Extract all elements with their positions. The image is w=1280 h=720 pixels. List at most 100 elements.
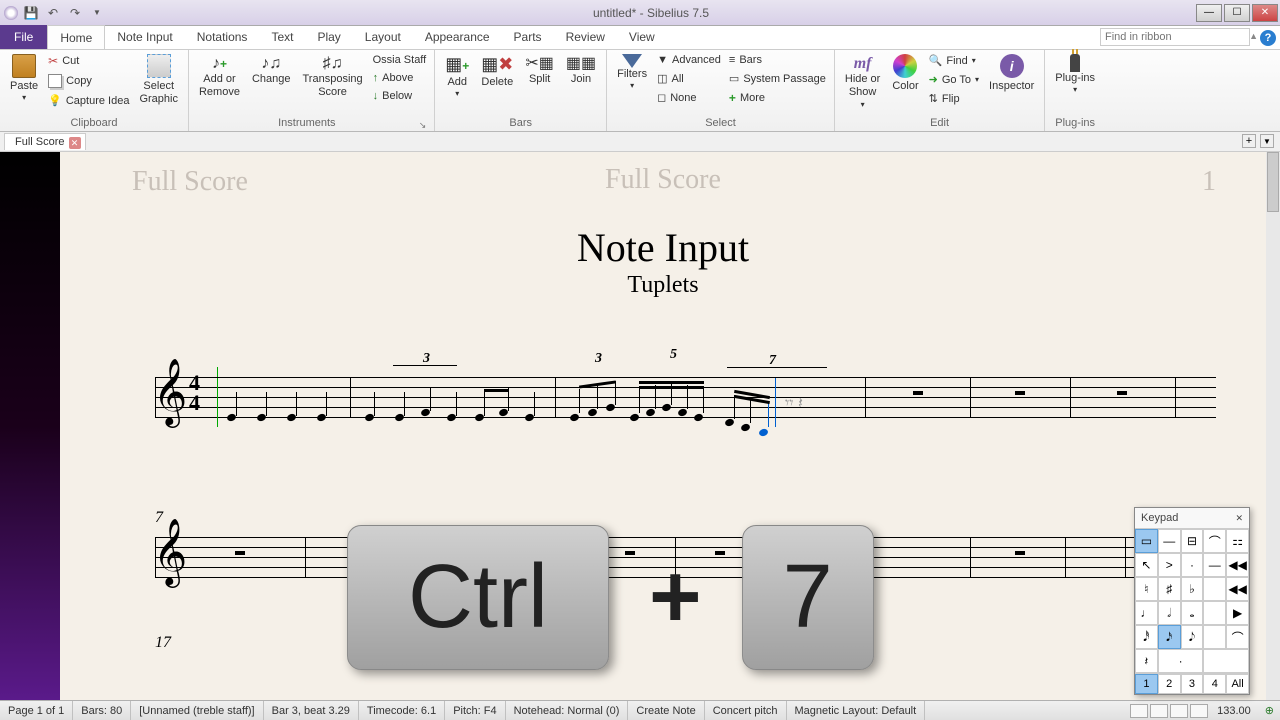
tab-appearance[interactable]: Appearance [413, 25, 502, 49]
kp-empty4[interactable] [1203, 649, 1249, 673]
close-tab-icon[interactable]: ✕ [69, 137, 81, 149]
instruments-launcher-icon[interactable]: ↘ [419, 120, 427, 131]
kp-16th[interactable]: 𝅘𝅥𝅯 [1158, 625, 1181, 649]
select-bars-button[interactable]: ≡Bars [727, 52, 828, 68]
kp-layout-all[interactable]: All [1226, 674, 1249, 694]
doc-tab-full-score[interactable]: Full Score ✕ [4, 133, 86, 150]
qat-redo-icon[interactable]: ↷ [66, 4, 84, 22]
kp-layout-1[interactable]: 1 [1135, 674, 1158, 694]
kp-natural[interactable]: ♮ [1135, 577, 1158, 601]
scroll-thumb[interactable] [1267, 152, 1279, 212]
hide-show-button[interactable]: mfHide or Show▾ [841, 52, 884, 111]
keypad-tab-5[interactable]: ⚏ [1226, 529, 1249, 553]
score-page[interactable]: Full Score Full Score 1 Note Input Tuple… [60, 152, 1280, 700]
keypad-panel[interactable]: Keypad ✕ ▭ — ⊟ ⌒ ⚏ ↖ > · — ◀◀ ♮ ♯ ♭ ◀◀ ♩… [1134, 507, 1250, 695]
qat-undo-icon[interactable]: ↶ [44, 4, 62, 22]
select-graphic-button[interactable]: Select Graphic [135, 52, 182, 108]
tab-notations[interactable]: Notations [185, 25, 260, 49]
kp-empty2[interactable] [1203, 601, 1226, 625]
kp-ff[interactable]: ◀◀ [1226, 577, 1249, 601]
keypad-tab-3[interactable]: ⊟ [1181, 529, 1204, 553]
advanced-filter-button[interactable]: ▼Advanced [655, 52, 723, 68]
copy-button[interactable]: Copy [46, 72, 131, 90]
tab-note-input[interactable]: Note Input [105, 25, 184, 49]
filters-button[interactable]: Filters▾ [613, 52, 651, 93]
status-zoom[interactable]: 133.00 [1209, 705, 1259, 717]
status-magnetic[interactable]: Magnetic Layout: Default [787, 701, 926, 720]
tab-text[interactable]: Text [259, 25, 305, 49]
split-bar-button[interactable]: ✂▦Split [521, 52, 558, 88]
view-full-icon[interactable] [1190, 704, 1208, 718]
minimize-button[interactable]: — [1196, 4, 1222, 22]
kp-empty3[interactable] [1203, 625, 1226, 649]
capture-idea-button[interactable]: 💡Capture Idea [46, 92, 131, 109]
paste-button[interactable]: Paste▾ [6, 52, 42, 105]
tab-review[interactable]: Review [554, 25, 617, 49]
qat-dropdown-icon[interactable]: ▼ [88, 4, 106, 22]
cut-button[interactable]: ✂Cut [46, 52, 131, 70]
maximize-button[interactable]: ☐ [1224, 4, 1250, 22]
kp-tie[interactable]: ⌒ [1226, 625, 1249, 649]
kp-tenuto[interactable]: — [1203, 553, 1226, 577]
qat-save-icon[interactable]: 💾 [22, 4, 40, 22]
keypad-tab-4[interactable]: ⌒ [1203, 529, 1226, 553]
keypad-tab-1[interactable]: ▭ [1135, 529, 1158, 553]
above-button[interactable]: ↑Above [371, 70, 429, 86]
tab-home[interactable]: Home [47, 25, 105, 49]
add-remove-button[interactable]: ♪+Add or Remove [195, 52, 244, 102]
collapse-ribbon-icon[interactable]: ▲ [1249, 31, 1258, 41]
add-bar-button[interactable]: ▦+Add▾ [441, 52, 473, 100]
system-passage-button[interactable]: ▭System Passage [727, 70, 828, 87]
delete-bar-button[interactable]: ▦✖Delete [477, 52, 517, 91]
view-pano-icon[interactable] [1170, 704, 1188, 718]
staff-system-1[interactable]: 𝄞 44 3 [155, 377, 1216, 417]
view-spread-icon[interactable] [1150, 704, 1168, 718]
ossia-staff-button[interactable]: Ossia Staff [371, 52, 429, 68]
kp-play[interactable]: ▶ [1226, 601, 1249, 625]
zoom-in-icon[interactable]: ⊕ [1259, 704, 1280, 717]
goto-button[interactable]: ➜Go To▾ [927, 71, 981, 88]
tab-layout[interactable]: Layout [353, 25, 413, 49]
select-none-button[interactable]: ◻None [655, 89, 723, 106]
kp-quarter[interactable]: ♩ [1135, 601, 1158, 625]
kp-rewind[interactable]: ◀◀ [1226, 553, 1249, 577]
view-single-icon[interactable] [1130, 704, 1148, 718]
more-select-button[interactable]: +More [727, 89, 828, 107]
tab-menu-button[interactable]: ▼ [1260, 134, 1274, 148]
tab-parts[interactable]: Parts [502, 25, 554, 49]
vertical-scrollbar[interactable] [1266, 152, 1280, 700]
kp-flat[interactable]: ♭ [1181, 577, 1204, 601]
kp-sharp[interactable]: ♯ [1158, 577, 1181, 601]
kp-half[interactable]: 𝅗𝅥 [1158, 601, 1181, 625]
kp-32nd[interactable]: 𝅘𝅥𝅰 [1135, 625, 1158, 649]
kp-8th[interactable]: 𝅘𝅥𝅮 [1181, 625, 1204, 649]
ribbon-search-input[interactable] [1100, 28, 1250, 46]
change-button[interactable]: ♪♫Change [248, 52, 295, 88]
kp-accent[interactable]: > [1158, 553, 1181, 577]
kp-layout-4[interactable]: 4 [1203, 674, 1226, 694]
keypad-titlebar[interactable]: Keypad ✕ [1135, 508, 1249, 529]
close-button[interactable]: ✕ [1252, 4, 1278, 22]
kp-whole[interactable]: 𝅝 [1181, 601, 1204, 625]
below-button[interactable]: ↓Below [371, 88, 429, 104]
kp-staccato[interactable]: · [1181, 553, 1204, 577]
kp-layout-2[interactable]: 2 [1158, 674, 1181, 694]
help-icon[interactable]: ? [1260, 30, 1276, 46]
keypad-tab-2[interactable]: — [1158, 529, 1181, 553]
kp-layout-3[interactable]: 3 [1181, 674, 1204, 694]
select-all-button[interactable]: ◫All [655, 70, 723, 87]
color-button[interactable]: Color [888, 52, 922, 95]
kp-dot[interactable]: · [1158, 649, 1204, 673]
keypad-close-icon[interactable]: ✕ [1235, 513, 1243, 524]
flip-button[interactable]: ⇅Flip [927, 90, 981, 107]
inspector-button[interactable]: iInspector [985, 52, 1038, 95]
kp-empty1[interactable] [1203, 577, 1226, 601]
tab-play[interactable]: Play [305, 25, 352, 49]
plugins-button[interactable]: Plug-ins▾ [1051, 52, 1099, 97]
kp-rest[interactable]: 𝄽 [1135, 649, 1158, 673]
join-bar-button[interactable]: ▦▦Join [562, 52, 600, 88]
kp-cursor[interactable]: ↖ [1135, 553, 1158, 577]
tab-file[interactable]: File [0, 25, 47, 49]
add-tab-button[interactable]: + [1242, 134, 1256, 148]
status-concert[interactable]: Concert pitch [705, 701, 787, 720]
